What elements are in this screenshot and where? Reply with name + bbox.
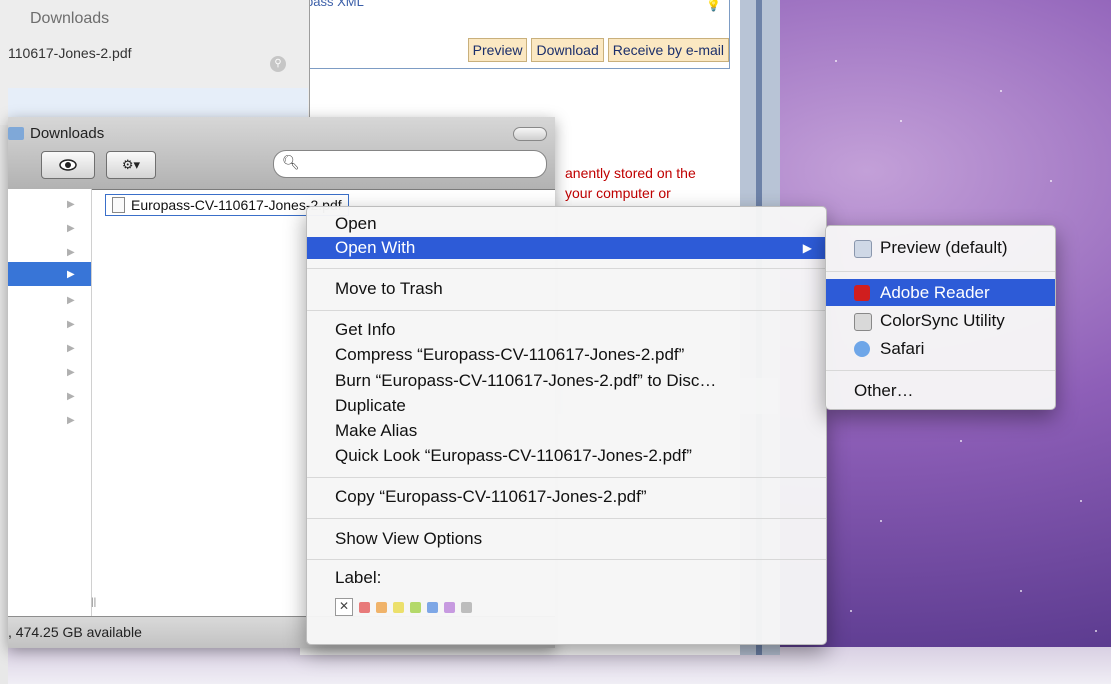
- export-buttons: Preview Download Receive by e-mail: [467, 38, 729, 62]
- eye-icon: [59, 159, 77, 171]
- label-swatches: ✕: [335, 598, 472, 616]
- menu-separator: [307, 518, 826, 519]
- gear-icon: ⚙▾: [121, 157, 141, 172]
- menu-item-quick-look[interactable]: Quick Look “Europass-CV-110617-Jones-2.p…: [307, 445, 826, 467]
- colorsync-icon: [854, 313, 872, 331]
- xml-text: pass XML: [306, 0, 364, 9]
- disclosure-triangle-icon[interactable]: ▶: [67, 343, 75, 354]
- disclosure-triangle-icon[interactable]: ▶: [67, 391, 75, 402]
- menu-item-make-alias[interactable]: Make Alias: [307, 420, 826, 442]
- menu-item-open-with[interactable]: Open With ▶: [307, 237, 826, 259]
- disclosure-triangle-icon[interactable]: ▶: [67, 295, 75, 306]
- lightbulb-icon: 💡: [706, 0, 721, 12]
- browser-export-box: pass XML 💡 Preview Download Receive by e…: [305, 0, 730, 69]
- label-purple[interactable]: [444, 601, 455, 613]
- submenu-arrow-icon: ▶: [802, 241, 812, 255]
- menu-item-duplicate[interactable]: Duplicate: [307, 395, 826, 417]
- disclosure-triangle-icon[interactable]: ▶: [67, 247, 75, 258]
- label-red[interactable]: [359, 601, 370, 613]
- submenu-item-preview[interactable]: Preview (default): [826, 234, 1055, 261]
- disclosure-triangle-icon[interactable]: ▶: [67, 223, 75, 234]
- pdf-document-icon: [112, 197, 125, 213]
- finder-toolbar: Downloads ⚙▾ 🔍︎: [8, 117, 555, 190]
- downloads-stack-file[interactable]: 110617-Jones-2.pdf: [8, 45, 132, 61]
- disclosure-triangle-icon[interactable]: ▶: [67, 199, 75, 210]
- context-menu: Open Open With ▶ Move to Trash Get Info …: [306, 206, 827, 645]
- menu-separator: [307, 310, 826, 311]
- adobe-reader-icon: [854, 285, 870, 301]
- submenu-item-colorsync[interactable]: ColorSync Utility: [826, 307, 1055, 334]
- menu-item-get-info[interactable]: Get Info: [307, 319, 826, 341]
- download-button[interactable]: Download: [531, 38, 604, 62]
- menu-item-move-to-trash[interactable]: Move to Trash: [307, 278, 826, 300]
- folder-icon: [8, 127, 24, 140]
- disclosure-triangle-icon[interactable]: ▶: [67, 415, 75, 426]
- disclosure-triangle-icon[interactable]: ▶: [67, 319, 75, 330]
- open-with-submenu: Preview (default) Adobe Reader ColorSync…: [825, 225, 1056, 410]
- menu-item-compress[interactable]: Compress “Europass-CV-110617-Jones-2.pdf…: [307, 344, 826, 366]
- magnifier-icon[interactable]: ⚲: [270, 56, 286, 72]
- preview-button[interactable]: Preview: [467, 38, 528, 62]
- submenu-item-adobe-reader[interactable]: Adobe Reader: [826, 279, 1055, 306]
- label-gray[interactable]: [461, 601, 472, 613]
- menu-separator: [826, 370, 1055, 371]
- toolbar-toggle-button[interactable]: [513, 127, 547, 141]
- label-green[interactable]: [410, 601, 421, 613]
- status-text: , 474.25 GB available: [8, 624, 142, 640]
- email-button[interactable]: Receive by e-mail: [607, 38, 729, 62]
- disclosure-triangle-icon[interactable]: ▶: [67, 367, 75, 378]
- downloads-stack-window: Downloads 110617-Jones-2.pdf ⚲: [0, 0, 310, 125]
- warning-text: anently stored on the your computer or: [565, 165, 696, 201]
- preview-app-icon: [854, 240, 872, 258]
- no-label-icon[interactable]: ✕: [335, 598, 353, 616]
- column-resize-handle[interactable]: ||: [91, 597, 96, 608]
- window-title: Downloads: [8, 125, 104, 142]
- search-input[interactable]: 🔍︎: [273, 150, 547, 178]
- menu-item-show-view-options[interactable]: Show View Options: [307, 528, 826, 550]
- menu-item-copy[interactable]: Copy “Europass-CV-110617-Jones-2.pdf”: [307, 486, 826, 508]
- selected-folder-row[interactable]: ▶: [8, 262, 91, 286]
- menu-separator: [307, 477, 826, 478]
- menu-separator: [307, 559, 826, 560]
- menu-separator: [826, 271, 1055, 272]
- menu-item-burn[interactable]: Burn “Europass-CV-110617-Jones-2.pdf” to…: [307, 370, 826, 392]
- downloads-stack-title: Downloads: [30, 10, 110, 27]
- safari-compass-icon: [854, 341, 870, 357]
- label-heading: Label:: [335, 568, 382, 587]
- menu-item-open[interactable]: Open: [307, 213, 826, 235]
- submenu-item-other[interactable]: Other…: [826, 377, 1055, 404]
- label-yellow[interactable]: [393, 601, 404, 613]
- search-icon: 🔍︎: [282, 154, 300, 170]
- action-button[interactable]: ⚙▾: [106, 151, 156, 179]
- label-blue[interactable]: [427, 601, 438, 613]
- quick-look-button[interactable]: [41, 151, 95, 179]
- label-orange[interactable]: [376, 601, 387, 613]
- column-pane: ▶ ▶ ▶ ▶ ▶ ▶ ▶ ▶ ▶ ▶: [8, 189, 92, 616]
- menu-separator: [307, 268, 826, 269]
- submenu-item-safari[interactable]: Safari: [826, 335, 1055, 362]
